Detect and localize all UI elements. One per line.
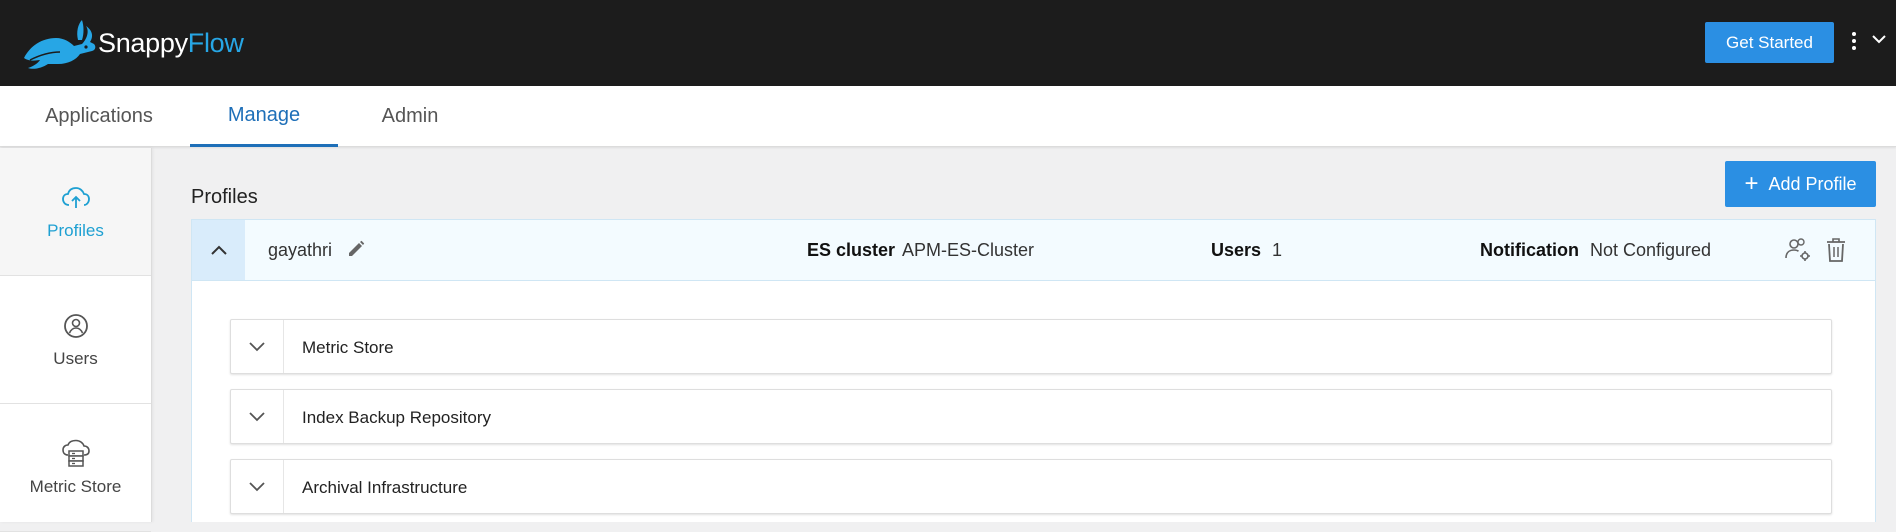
notification-label: Notification (1480, 240, 1579, 260)
tab-applications[interactable]: Applications (30, 86, 168, 147)
main-tabs: Applications Manage Admin (0, 86, 1896, 147)
profile-header: gayathri ES cluster APM-ES-Cluster Users… (192, 220, 1875, 281)
sidebar-item-label: Profiles (47, 220, 104, 240)
sidebar-item-label: Users (53, 348, 98, 368)
profile-name: gayathri (268, 240, 333, 260)
chevron-up-icon (210, 245, 227, 255)
top-header: SnappyFlow Get Started (0, 0, 1896, 86)
sidebar-item-profiles[interactable]: Profiles (0, 148, 151, 276)
cloud-upload-icon (61, 186, 90, 208)
add-profile-button[interactable]: + Add Profile (1725, 161, 1876, 207)
expand-button[interactable] (231, 460, 284, 513)
rabbit-logo-icon (24, 20, 96, 69)
chevron-down-icon (249, 481, 265, 491)
trash-icon[interactable] (1825, 237, 1847, 263)
chevron-down-icon (249, 341, 265, 351)
plus-icon: + (1744, 170, 1759, 197)
accordion-label: Archival Infrastructure (302, 478, 468, 497)
chevron-down-icon (249, 411, 265, 421)
accordion-label: Metric Store (302, 338, 394, 357)
accordion-label: Index Backup Repository (302, 408, 491, 427)
chevron-down-icon[interactable] (1870, 30, 1888, 48)
sidebar: Profiles Users Metric Store (0, 148, 152, 532)
users-label: Users (1211, 240, 1262, 260)
notification-value: Not Configured (1590, 240, 1712, 260)
expand-button[interactable] (231, 320, 284, 373)
es-cluster-value: APM-ES-Cluster (902, 240, 1035, 260)
sidebar-item-users[interactable]: Users (0, 276, 151, 404)
get-started-button[interactable]: Get Started (1705, 22, 1834, 63)
users-count: 1 (1272, 240, 1283, 260)
more-options-icon[interactable] (1851, 32, 1857, 52)
profile-card: gayathri ES cluster APM-ES-Cluster Users… (191, 219, 1876, 522)
accordion-index-backup-repository[interactable]: Index Backup Repository (230, 389, 1832, 444)
manage-users-icon[interactable] (1784, 236, 1812, 264)
snappyflow-logo[interactable]: SnappyFlow (20, 16, 244, 70)
pencil-icon[interactable] (347, 240, 365, 258)
accordion-metric-store[interactable]: Metric Store (230, 319, 1832, 374)
collapse-profile-button[interactable] (192, 220, 245, 280)
add-profile-label: Add Profile (1768, 173, 1857, 194)
tab-manage[interactable]: Manage (190, 86, 338, 147)
expand-button[interactable] (231, 390, 284, 443)
user-circle-icon (63, 313, 88, 338)
page-title: Profiles (191, 186, 258, 208)
sidebar-item-label: Metric Store (29, 476, 122, 496)
cloud-storage-icon (61, 439, 90, 467)
tab-admin[interactable]: Admin (368, 86, 452, 147)
logo-wordmark: SnappyFlow (98, 27, 244, 58)
accordion-archival-infrastructure[interactable]: Archival Infrastructure (230, 459, 1832, 514)
sidebar-item-metric-store[interactable]: Metric Store (0, 404, 151, 532)
es-cluster-label: ES cluster (807, 240, 896, 260)
